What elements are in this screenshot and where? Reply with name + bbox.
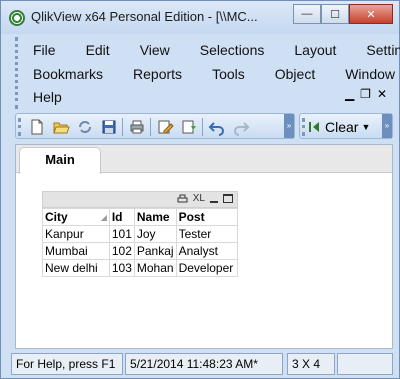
minimize-icon: — <box>301 8 313 20</box>
document-minimize-icon[interactable]: ▁ <box>345 87 354 101</box>
table-header-row: City ◢ Id Name Post <box>42 208 239 226</box>
send-to-excel-icon[interactable]: XL <box>193 193 205 204</box>
column-header-post[interactable]: Post <box>175 208 239 226</box>
status-dimensions: 3 X 4 <box>287 353 335 375</box>
window-title: QlikView x64 Personal Edition - [\\MC... <box>31 9 258 24</box>
qlikview-app-icon <box>9 10 25 26</box>
menu-layout[interactable]: Layout <box>279 38 351 62</box>
clear-icon <box>309 121 319 132</box>
menu-edit[interactable]: Edit <box>71 38 125 62</box>
window-maximize-button[interactable]: ☐ <box>321 4 349 24</box>
table-cell[interactable]: New delhi <box>42 259 110 277</box>
selection-toolbar: Clear ▼ » <box>299 113 393 139</box>
table-box-caption[interactable]: XL <box>42 191 238 208</box>
menu-window[interactable]: Window <box>330 62 400 86</box>
table-cell[interactable]: 101 <box>108 225 135 243</box>
status-bar: For Help, press F1 5/21/2014 11:48:23 AM… <box>11 353 393 375</box>
table-row: New delhi 103 Mohan Developer <box>42 259 239 277</box>
column-header-name[interactable]: Name <box>133 208 177 226</box>
redo-icon[interactable] <box>232 118 250 136</box>
reload-data-icon[interactable] <box>180 118 198 136</box>
table-cell[interactable]: Analyst <box>175 242 239 260</box>
status-help-text: For Help, press F1 <box>11 353 123 375</box>
table-cell[interactable]: Developer <box>175 259 239 277</box>
toolbar-overflow-button[interactable]: » <box>284 114 294 138</box>
qlikview-window: QlikView x64 Personal Edition - [\\MC...… <box>0 0 400 379</box>
new-document-icon[interactable] <box>28 118 46 136</box>
table-cell[interactable]: Kanpur <box>42 225 110 243</box>
sort-indicator-icon: ◢ <box>100 213 107 222</box>
maximize-icon[interactable] <box>223 194 233 203</box>
menu-bar: File Edit View Selections Layout Setting… <box>15 37 400 109</box>
sheet-tabstrip: Main <box>16 145 392 174</box>
sheet-area: Main XL City ◢ Id Name Post Kanpur 101 J… <box>15 144 393 349</box>
menu-tools[interactable]: Tools <box>197 62 260 86</box>
clear-label: Clear <box>325 118 359 135</box>
reload-icon[interactable] <box>76 118 94 136</box>
data-table: City ◢ Id Name Post Kanpur 101 Joy Tester <box>42 208 239 277</box>
menu-reports[interactable]: Reports <box>118 62 197 86</box>
print-icon[interactable] <box>177 194 188 204</box>
standard-toolbar: » <box>15 113 295 139</box>
toolbar-grip[interactable] <box>302 118 305 136</box>
save-icon[interactable] <box>100 118 118 136</box>
toolbar-overflow-button[interactable]: » <box>382 114 392 138</box>
toolbar-grip[interactable] <box>18 118 21 136</box>
table-cell[interactable]: 102 <box>108 242 135 260</box>
document-close-icon[interactable]: ✕ <box>377 87 387 101</box>
undo-icon[interactable] <box>208 118 226 136</box>
table-row: Mumbai 102 Pankaj Analyst <box>42 242 239 260</box>
title-bar[interactable]: QlikView x64 Personal Edition - [\\MC...… <box>1 1 399 34</box>
menu-help[interactable]: Help <box>18 85 77 109</box>
status-empty-cell <box>337 353 393 375</box>
table-cell[interactable]: Tester <box>175 225 239 243</box>
table-box[interactable]: XL City ◢ Id Name Post Kanpur 101 Joy Te… <box>42 191 239 284</box>
menu-object[interactable]: Object <box>260 62 330 86</box>
table-cell[interactable]: Mumbai <box>42 242 110 260</box>
window-minimize-button[interactable]: — <box>293 4 321 24</box>
table-cell[interactable]: Pankaj <box>133 242 177 260</box>
column-header-id[interactable]: Id <box>108 208 135 226</box>
chevron-down-icon[interactable]: ▼ <box>361 122 370 132</box>
menu-settings[interactable]: Settings <box>351 38 400 62</box>
table-cell[interactable]: Joy <box>133 225 177 243</box>
column-header-city[interactable]: City ◢ <box>42 208 110 226</box>
edit-script-icon[interactable] <box>156 118 174 136</box>
menu-bookmarks[interactable]: Bookmarks <box>18 62 118 86</box>
window-close-button[interactable]: ✕ <box>349 4 393 24</box>
table-row: Kanpur 101 Joy Tester <box>42 225 239 243</box>
print-icon[interactable] <box>128 118 146 136</box>
menu-selections[interactable]: Selections <box>185 38 280 62</box>
minimize-icon[interactable] <box>210 195 218 203</box>
clear-selections-button[interactable]: Clear ▼ <box>308 117 370 136</box>
menu-file[interactable]: File <box>18 38 71 62</box>
menu-view[interactable]: View <box>125 38 185 62</box>
open-folder-icon[interactable] <box>52 118 70 136</box>
tab-main[interactable]: Main <box>19 147 101 174</box>
table-cell[interactable]: 103 <box>108 259 135 277</box>
table-cell[interactable]: Mohan <box>133 259 177 277</box>
maximize-icon: ☐ <box>330 8 340 21</box>
close-icon: ✕ <box>366 8 376 21</box>
document-restore-icon[interactable]: ❐ <box>360 87 371 101</box>
status-timestamp: 5/21/2014 11:48:23 AM* <box>125 353 283 375</box>
